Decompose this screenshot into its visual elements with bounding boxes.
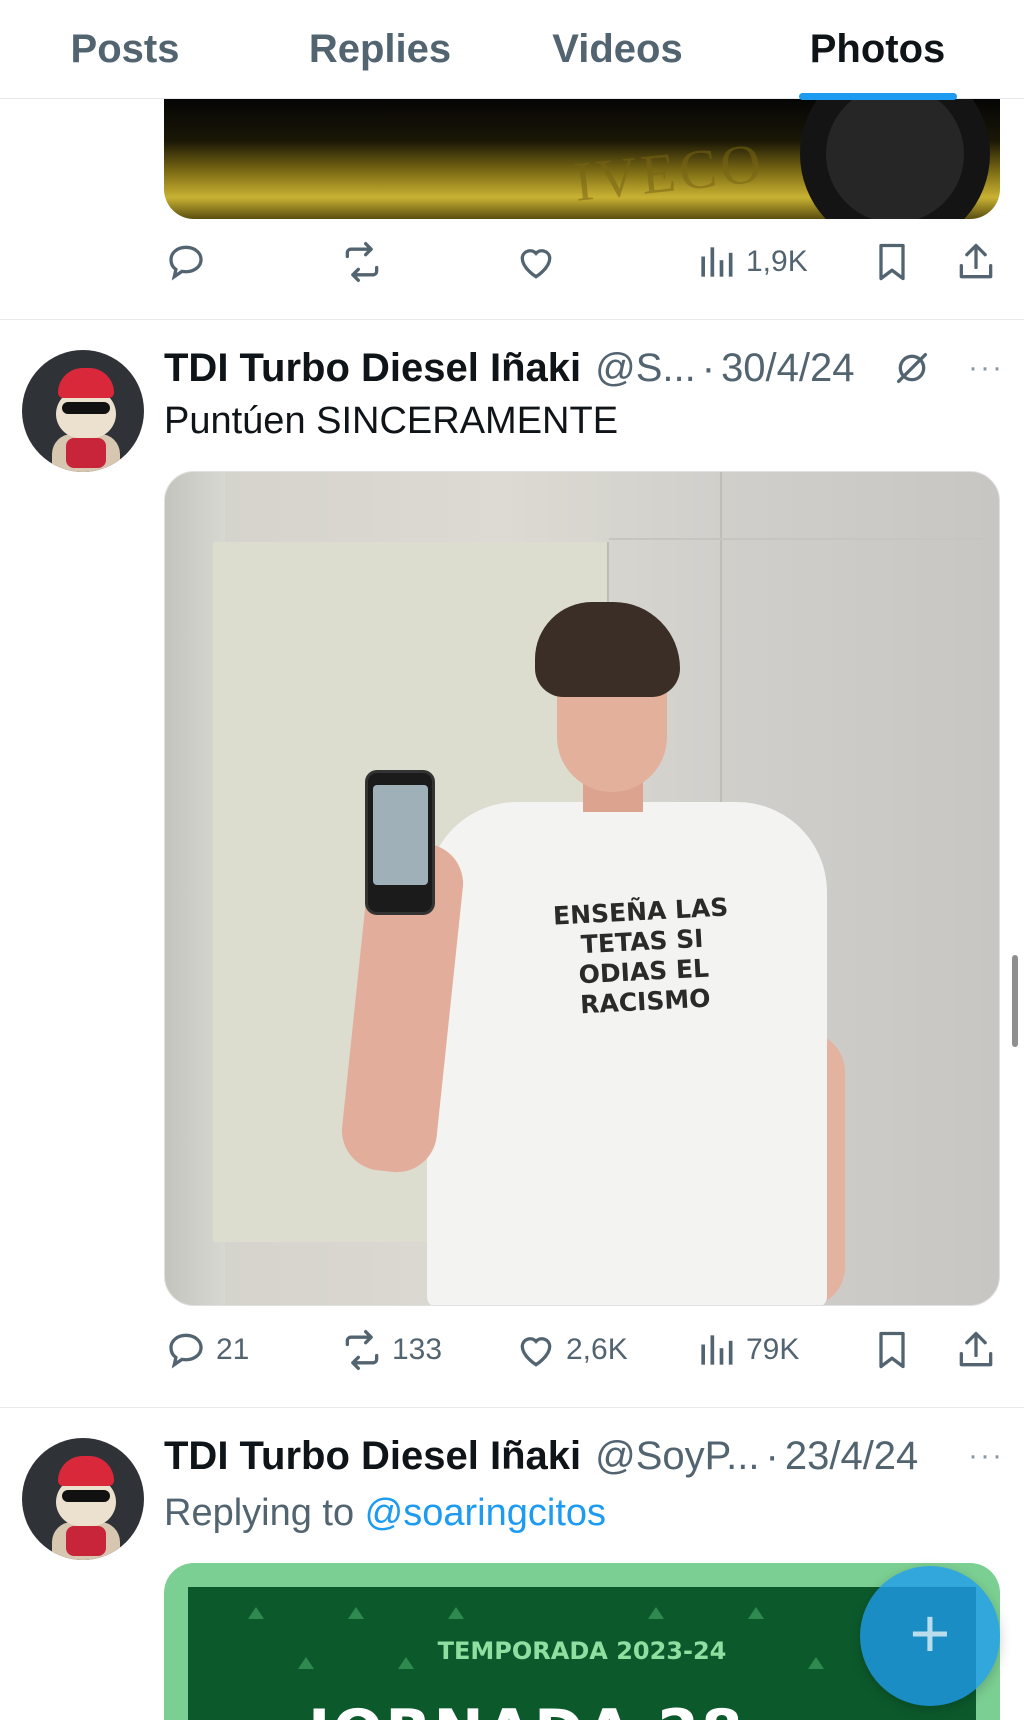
post3-display-name[interactable]: TDI Turbo Diesel Iñaki xyxy=(164,1434,581,1479)
post2-like-button[interactable]: 2,6K xyxy=(514,1320,628,1380)
post1-like-button[interactable] xyxy=(514,232,558,292)
phone xyxy=(365,770,435,915)
post2-bookmark-button[interactable] xyxy=(870,1320,914,1380)
replying-to-label: Replying to xyxy=(164,1492,365,1534)
post-divider xyxy=(0,319,1024,320)
post3-replying-to: Replying to @soaringcitos xyxy=(164,1492,606,1535)
truck-brand-text: IVECO xyxy=(571,132,768,214)
post2-views-button[interactable]: 79K xyxy=(694,1320,799,1380)
post2-handle[interactable]: @S... xyxy=(595,346,696,391)
profile-tab-bar: Posts Replies Videos Photos xyxy=(0,0,1024,100)
post2-more-button[interactable]: ··· xyxy=(968,344,1004,392)
person-hair xyxy=(535,602,680,697)
post2-photo[interactable]: ENSEÑA LAS TETAS SI ODIAS EL RACISMO xyxy=(164,471,1000,1306)
active-tab-indicator xyxy=(798,93,957,100)
post3-media-graphic: TEMPORADA 2023-24 JORNADA 28 xyxy=(188,1587,976,1720)
post2-header: TDI Turbo Diesel Iñaki @S... · 30/4/24 xyxy=(164,344,855,392)
media-title-text: JORNADA 28 xyxy=(308,1697,745,1720)
avatar-glasses xyxy=(62,1490,110,1502)
avatar-cap xyxy=(58,368,114,398)
post2-share-button[interactable] xyxy=(954,1320,998,1380)
pattern-triangle xyxy=(748,1607,764,1619)
post2-date[interactable]: 30/4/24 xyxy=(721,346,854,391)
tab-photos-label: Photos xyxy=(809,27,946,71)
post2-separator: · xyxy=(701,345,716,390)
truck-wheel xyxy=(800,99,990,219)
tab-photos[interactable]: Photos xyxy=(790,0,965,100)
repost-icon xyxy=(345,1330,379,1370)
post1-action-bar: 1,9K xyxy=(164,232,1000,292)
compose-icon: + xyxy=(909,1594,951,1672)
pattern-triangle xyxy=(648,1607,664,1619)
bookmark-icon xyxy=(879,243,905,281)
post3-header: TDI Turbo Diesel Iñaki @SoyP... · 23/4/2… xyxy=(164,1432,918,1480)
avatar-cap xyxy=(58,1456,114,1486)
tab-posts[interactable]: Posts xyxy=(40,0,210,99)
post1-media[interactable]: IVECO xyxy=(164,99,1000,219)
media-season-text: TEMPORADA 2023-24 xyxy=(437,1637,727,1665)
post3-handle[interactable]: @SoyP... xyxy=(595,1434,759,1479)
post2-repost-button[interactable]: 133 xyxy=(340,1320,442,1380)
avatar-glasses xyxy=(62,402,110,414)
bookmark-icon xyxy=(879,1331,905,1369)
avatar-vest xyxy=(66,438,106,468)
post1-views-count: 1,9K xyxy=(746,245,808,278)
shirt-print-text: ENSEÑA LAS TETAS SI ODIAS EL RACISMO xyxy=(552,892,729,1020)
photo-tile-line xyxy=(609,538,999,540)
pattern-triangle xyxy=(348,1607,364,1619)
post1-views-button[interactable]: 1,9K xyxy=(694,232,808,292)
avatar-vest xyxy=(66,1526,106,1556)
tab-videos[interactable]: Videos xyxy=(530,0,705,99)
post2-repost-count: 133 xyxy=(392,1333,443,1366)
post1-share-button[interactable] xyxy=(954,232,998,292)
tab-replies[interactable]: Replies xyxy=(285,0,475,99)
share-icon xyxy=(959,1331,993,1367)
compose-button[interactable]: + xyxy=(860,1566,1000,1706)
post3-avatar[interactable] xyxy=(22,1438,144,1560)
post2-views-count: 79K xyxy=(746,1333,800,1366)
post-divider xyxy=(0,1407,1024,1408)
reply-icon xyxy=(169,1333,203,1369)
post1-bookmark-button[interactable] xyxy=(870,232,914,292)
share-icon xyxy=(959,243,993,279)
reply-icon xyxy=(169,245,203,281)
grok-icon xyxy=(897,353,927,383)
post1-repost-button[interactable] xyxy=(340,232,384,292)
post3-separator: · xyxy=(765,1433,779,1478)
like-icon xyxy=(520,249,552,279)
pattern-triangle xyxy=(448,1607,464,1619)
replying-to-mention[interactable]: @soaringcitos xyxy=(365,1492,606,1534)
post2-action-bar: 21 133 2,6K 79K xyxy=(164,1320,1000,1380)
post2-display-name[interactable]: TDI Turbo Diesel Iñaki xyxy=(164,346,581,391)
post3-more-button[interactable]: ··· xyxy=(968,1432,1004,1480)
post3-date[interactable]: 23/4/24 xyxy=(785,1434,918,1479)
pattern-triangle xyxy=(248,1607,264,1619)
post2-grok-button[interactable] xyxy=(890,344,934,392)
scrollbar-thumb[interactable] xyxy=(1012,955,1018,1047)
like-icon xyxy=(520,1337,552,1367)
repost-icon xyxy=(345,242,379,282)
person-shirt xyxy=(427,802,827,1305)
post2-like-count: 2,6K xyxy=(566,1333,628,1366)
views-icon xyxy=(701,1335,733,1365)
post2-text: Puntúen SINCERAMENTE xyxy=(164,400,619,442)
post2-reply-count: 21 xyxy=(216,1333,250,1366)
post2-avatar[interactable] xyxy=(22,350,144,472)
post2-reply-button[interactable]: 21 xyxy=(164,1320,249,1380)
views-icon xyxy=(701,247,733,277)
phone-screen xyxy=(373,785,428,885)
post1-reply-button[interactable] xyxy=(164,232,208,292)
